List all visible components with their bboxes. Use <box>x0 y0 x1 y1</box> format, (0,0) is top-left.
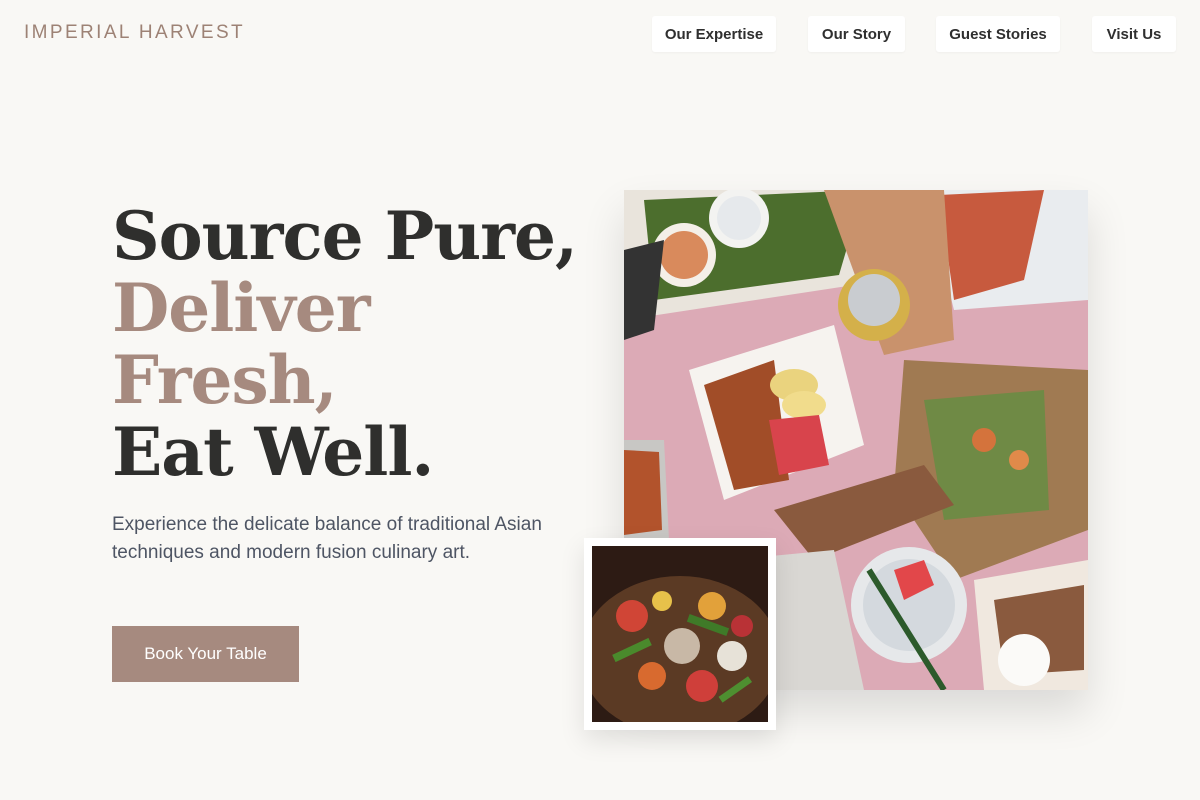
site-header: IMPERIAL HARVEST Our Expertise Our Story… <box>0 0 1200 68</box>
headline-line-4: Eat Well. <box>112 413 434 491</box>
nav-guest-stories[interactable]: Guest Stories <box>936 16 1060 52</box>
headline-line-3: Fresh, <box>112 341 338 419</box>
inset-photo-frame <box>584 538 776 730</box>
headline-line-2: Deliver <box>112 269 370 347</box>
nav-our-expertise[interactable]: Our Expertise <box>652 16 776 52</box>
book-table-button[interactable]: Book Your Table <box>112 626 299 682</box>
stir-fry-photo <box>592 546 768 722</box>
brand-logo[interactable]: IMPERIAL HARVEST <box>24 22 245 44</box>
hero-headline: Source Pure, Deliver Fresh, Eat Well. <box>112 200 582 488</box>
nav-our-story[interactable]: Our Story <box>808 16 905 52</box>
headline-line-1: Source Pure, <box>112 197 578 275</box>
nav-visit-us[interactable]: Visit Us <box>1092 16 1176 52</box>
hero-subtitle: Experience the delicate balance of tradi… <box>112 514 542 563</box>
